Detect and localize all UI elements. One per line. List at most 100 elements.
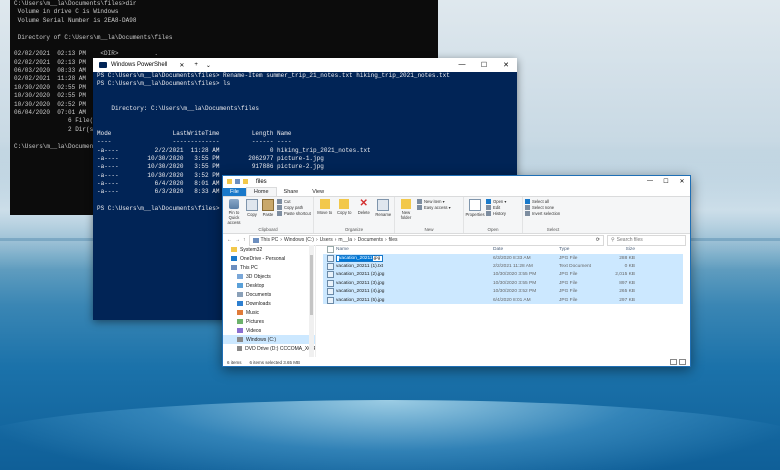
breadcrumb-documents[interactable]: Documents [358, 237, 383, 243]
cmd-line: C:\Users\m__la\Documents\files>dir [14, 0, 137, 7]
powershell-titlebar[interactable]: Windows PowerShell ✕ + ⌄ — ☐ ✕ [93, 58, 517, 72]
file-row[interactable]: vacation_20211 (4).jpg 10/30/2020 3:52 PM… [323, 287, 683, 296]
breadcrumb-this-pc[interactable]: This PC [261, 237, 279, 243]
open-button[interactable]: Open ▾ [486, 199, 507, 204]
select-none-button[interactable]: Select none [525, 205, 560, 210]
nav-item[interactable]: Windows (C:) [223, 335, 315, 344]
navigation-scrollbar[interactable] [309, 245, 314, 357]
nav-item[interactable]: Documents [223, 290, 315, 299]
maximize-button[interactable]: ☐ [473, 61, 495, 69]
powershell-line [97, 113, 513, 121]
file-row[interactable]: vacation_20211 (3).jpg 10/30/2020 3:55 PM… [323, 279, 683, 288]
file-type: JPG File [559, 280, 578, 286]
file-row[interactable]: vacation_20211 (1).txt 2/2/2021 11:28 AM T… [323, 262, 683, 271]
breadcrumb-files[interactable]: files [389, 237, 398, 243]
back-button[interactable]: ← [227, 237, 232, 243]
nav-item-icon [237, 319, 243, 324]
invert-selection-button[interactable]: Invert selection [525, 211, 560, 216]
minimize-button[interactable]: — [642, 178, 658, 185]
paste-shortcut-button[interactable]: Paste shortcut [277, 211, 311, 216]
file-row[interactable]: vacation_20211.jpg 6/3/2020 8:33 AM JPG Fi… [323, 254, 683, 263]
file-row[interactable]: vacation_20211 (2).jpg 10/30/2020 3:55 PM… [323, 270, 683, 280]
ribbon-tabs: File Home Share View [223, 187, 690, 196]
nav-item[interactable]: System32 [223, 245, 315, 254]
breadcrumb-windows-c[interactable]: Windows (C:) [284, 237, 314, 243]
properties-qa-icon[interactable] [235, 179, 240, 184]
new-tab-button[interactable]: + [190, 62, 202, 68]
file-explorer-window[interactable]: files — ☐ ✕ File Home Share View Pin to … [222, 175, 691, 367]
details-view-icon[interactable] [670, 359, 677, 365]
select-all-button[interactable]: Select all [525, 199, 560, 204]
minimize-button[interactable]: — [451, 61, 473, 69]
column-type[interactable]: Type [559, 247, 605, 252]
column-size[interactable]: Size [605, 247, 649, 252]
search-box[interactable]: ⚲ Search files [607, 234, 686, 246]
invert-selection-icon [525, 211, 530, 216]
select-all-checkbox[interactable] [327, 246, 334, 253]
refresh-button[interactable]: ⟳ [596, 237, 603, 243]
cut-button[interactable]: Cut [277, 199, 311, 204]
powershell-line: -a---- 2/2/2021 11:28 AM 0 hiking_trip_2… [97, 146, 371, 154]
file-size: 897 KB [619, 280, 635, 286]
history-button[interactable]: History [486, 211, 507, 216]
tab-file[interactable]: File [223, 188, 246, 196]
nav-item[interactable]: This PC [223, 263, 315, 272]
nav-item[interactable]: DVD Drive (D:) CCCOMA_X64FRE_ [223, 344, 315, 353]
ribbon: Pin to Quick access Copy Paste Cut Copy … [223, 196, 690, 234]
cmd-line [14, 25, 434, 33]
powershell-tab[interactable]: Windows PowerShell ✕ [93, 58, 190, 72]
file-name-cell: vacation_20211 (1).txt [323, 263, 493, 271]
nav-item[interactable]: OneDrive - Personal [223, 254, 315, 263]
easy-access-button[interactable]: Easy access ▾ [417, 205, 451, 210]
copy-path-button[interactable]: Copy path [277, 205, 311, 210]
wallpaper-foreground [0, 400, 780, 470]
select-group-label: Select [546, 227, 560, 232]
file-name: vacation_20211 (1).txt [336, 264, 384, 270]
nav-item[interactable]: Pictures [223, 317, 315, 326]
close-button[interactable]: ✕ [674, 178, 690, 185]
column-date[interactable]: Date [493, 247, 559, 252]
column-name[interactable]: Name [323, 246, 493, 253]
close-button[interactable]: ✕ [495, 61, 517, 69]
tab-share[interactable]: Share [277, 188, 306, 196]
new-item-icon [417, 199, 422, 204]
nav-item[interactable]: Music [223, 308, 315, 317]
breadcrumb-user[interactable]: m__la [338, 237, 352, 243]
file-name: vacation_20211 (3).jpg [336, 280, 385, 286]
nav-item[interactable]: Videos [223, 326, 315, 335]
explorer-titlebar[interactable]: files — ☐ ✕ [223, 176, 690, 187]
breadcrumb-users[interactable]: Users [320, 237, 333, 243]
close-tab-icon[interactable]: ✕ [179, 62, 184, 69]
nav-item[interactable]: Downloads [223, 299, 315, 308]
large-icons-view-icon[interactable] [679, 359, 686, 365]
rename-input[interactable]: vacation_20211.jpg [336, 254, 384, 262]
edit-button[interactable]: Edit [486, 205, 507, 210]
tab-view[interactable]: View [305, 188, 331, 196]
nav-item[interactable]: 3D Objects [223, 272, 315, 281]
cut-icon [277, 199, 282, 204]
powershell-line: ---- ------------- ------ ---- [97, 138, 292, 146]
nav-item-label: System32 [240, 246, 263, 253]
pin-icon [229, 199, 239, 209]
nav-item[interactable]: Desktop [223, 281, 315, 290]
delete-label: Delete [357, 210, 370, 215]
forward-button[interactable]: → [235, 237, 240, 243]
move-to-label: Move to [317, 210, 333, 215]
maximize-button[interactable]: ☐ [658, 178, 674, 185]
nav-item-label: This PC [240, 264, 258, 271]
new-item-button[interactable]: New item ▾ [417, 199, 451, 204]
file-type: JPG File [559, 289, 578, 295]
status-bar: 6 items 6 items selected 3.65 MB [227, 360, 300, 365]
tab-dropdown-button[interactable]: ⌄ [202, 62, 215, 69]
new-folder-qa-icon[interactable] [243, 179, 248, 184]
tab-home[interactable]: Home [245, 187, 277, 196]
file-row[interactable]: vacation_20211 (5).jpg 6/4/2020 8:01 AM JP… [323, 295, 683, 305]
up-button[interactable]: ↑ [243, 237, 246, 243]
organize-group: Move to Copy to ✕ Delete Rename Organize [314, 197, 395, 233]
pin-label: Pin to Quick access [227, 210, 241, 225]
file-icon [327, 263, 334, 271]
address-bar[interactable]: This PC › Windows (C:) › Users › m__la › Doc… [248, 234, 604, 246]
clipboard-group: Pin to Quick access Copy Paste Cut Copy … [223, 197, 314, 233]
scrollbar-thumb[interactable] [310, 255, 313, 315]
status-selection: 6 items selected 3.65 MB [249, 360, 301, 365]
